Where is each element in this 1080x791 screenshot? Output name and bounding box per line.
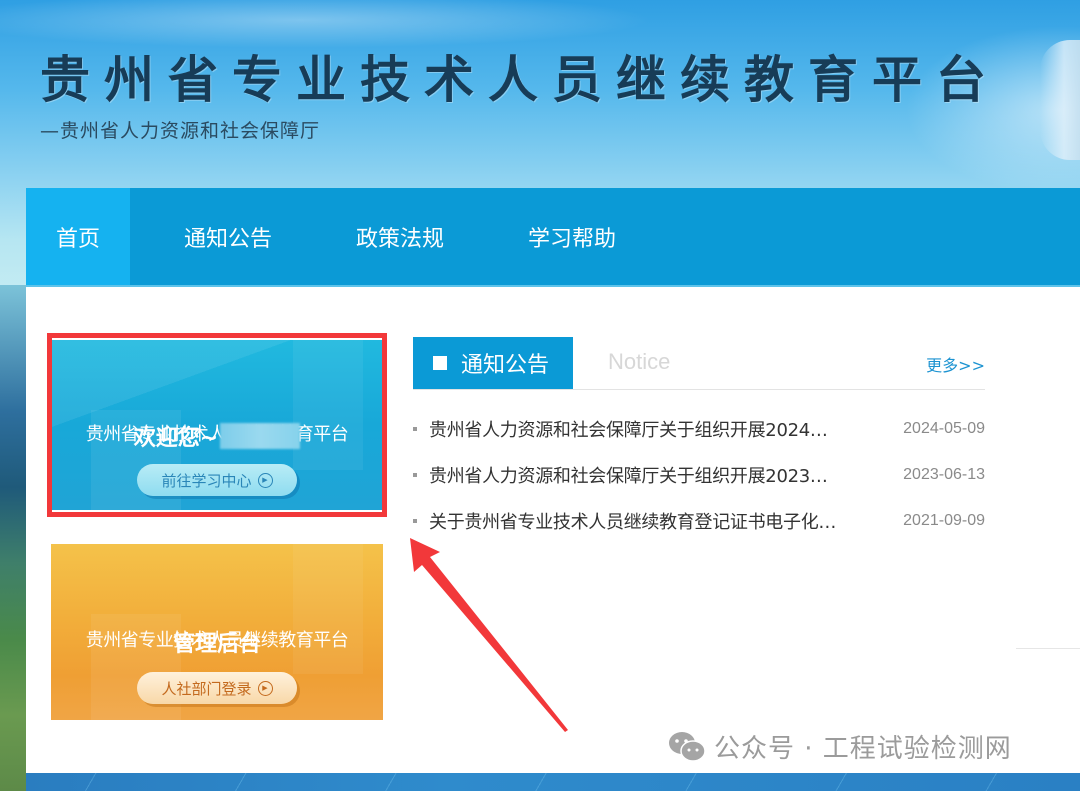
bullet-icon xyxy=(413,519,417,523)
notice-date: 2023-06-13 xyxy=(903,466,985,483)
blurred-username xyxy=(220,423,301,449)
bullet-icon xyxy=(413,473,417,477)
notice-tab-label: 通知公告 xyxy=(461,353,550,378)
welcome-heading: 欢迎您~ xyxy=(51,420,383,452)
annotation-arrow-icon xyxy=(410,538,568,732)
notice-title[interactable]: 贵州省人力资源和社会保障厅关于组织开展2023… xyxy=(429,462,885,488)
site-subtitle: —贵州省人力资源和社会保障厅 xyxy=(40,120,321,142)
nav-item-notices[interactable]: 通知公告 xyxy=(130,188,314,285)
section-divider xyxy=(1016,648,1080,649)
notice-date: 2021-09-09 xyxy=(903,512,985,529)
footer-band xyxy=(26,773,1080,791)
more-link[interactable]: 更多>> xyxy=(926,352,985,376)
watermark-text: 公众号 · 工程试验检测网 xyxy=(714,734,1012,764)
notice-date: 2024-05-09 xyxy=(903,420,985,437)
watermark: 公众号 · 工程试验检测网 xyxy=(668,728,1012,765)
notice-item[interactable]: 贵州省人力资源和社会保障厅关于组织开展2023… 2023-06-13 xyxy=(413,452,985,498)
play-circle-icon: ▶ xyxy=(257,472,273,488)
learner-card[interactable]: 贵州省专业技术人员继续教育平台 欢迎您~ 前往学习中心 ▶ xyxy=(51,340,383,510)
nav-item-home[interactable]: 首页 xyxy=(26,188,130,285)
welcome-text: 欢迎您~ xyxy=(133,426,219,451)
hr-department-login-label: 人社部门登录 xyxy=(161,679,252,698)
play-circle-icon: ▶ xyxy=(257,680,273,696)
go-to-learning-center-button[interactable]: 前往学习中心 ▶ xyxy=(137,464,297,496)
arrow-shape xyxy=(410,538,568,732)
notice-title[interactable]: 贵州省人力资源和社会保障厅关于组织开展2024… xyxy=(429,416,885,442)
waterfall-scenery xyxy=(1040,40,1080,160)
notice-english-label: Notice xyxy=(608,349,671,374)
site-title: 贵州省专业技术人员继续教育平台 xyxy=(40,50,1000,109)
wechat-icon xyxy=(669,731,706,762)
main-nav: 首页 通知公告 政策法规 学习帮助 xyxy=(26,188,1080,287)
go-to-learning-center-label: 前往学习中心 xyxy=(161,471,252,490)
nav-item-policies[interactable]: 政策法规 xyxy=(314,188,486,285)
admin-card[interactable]: 贵州省专业技术人员继续教育平台 管理后台 人社部门登录 ▶ xyxy=(51,544,383,720)
notice-tab[interactable]: 通知公告 xyxy=(413,337,573,389)
hr-department-login-button[interactable]: 人社部门登录 ▶ xyxy=(137,672,297,704)
square-icon xyxy=(433,356,447,370)
bullet-icon xyxy=(413,427,417,431)
nav-item-help[interactable]: 学习帮助 xyxy=(486,188,658,285)
notice-header: 通知公告 Notice 更多>> xyxy=(413,337,985,390)
notice-item[interactable]: 贵州省人力资源和社会保障厅关于组织开展2024… 2024-05-09 xyxy=(413,406,985,452)
notice-list: 贵州省人力资源和社会保障厅关于组织开展2024… 2024-05-09 贵州省人… xyxy=(413,406,985,544)
admin-heading: 管理后台 xyxy=(172,632,261,657)
